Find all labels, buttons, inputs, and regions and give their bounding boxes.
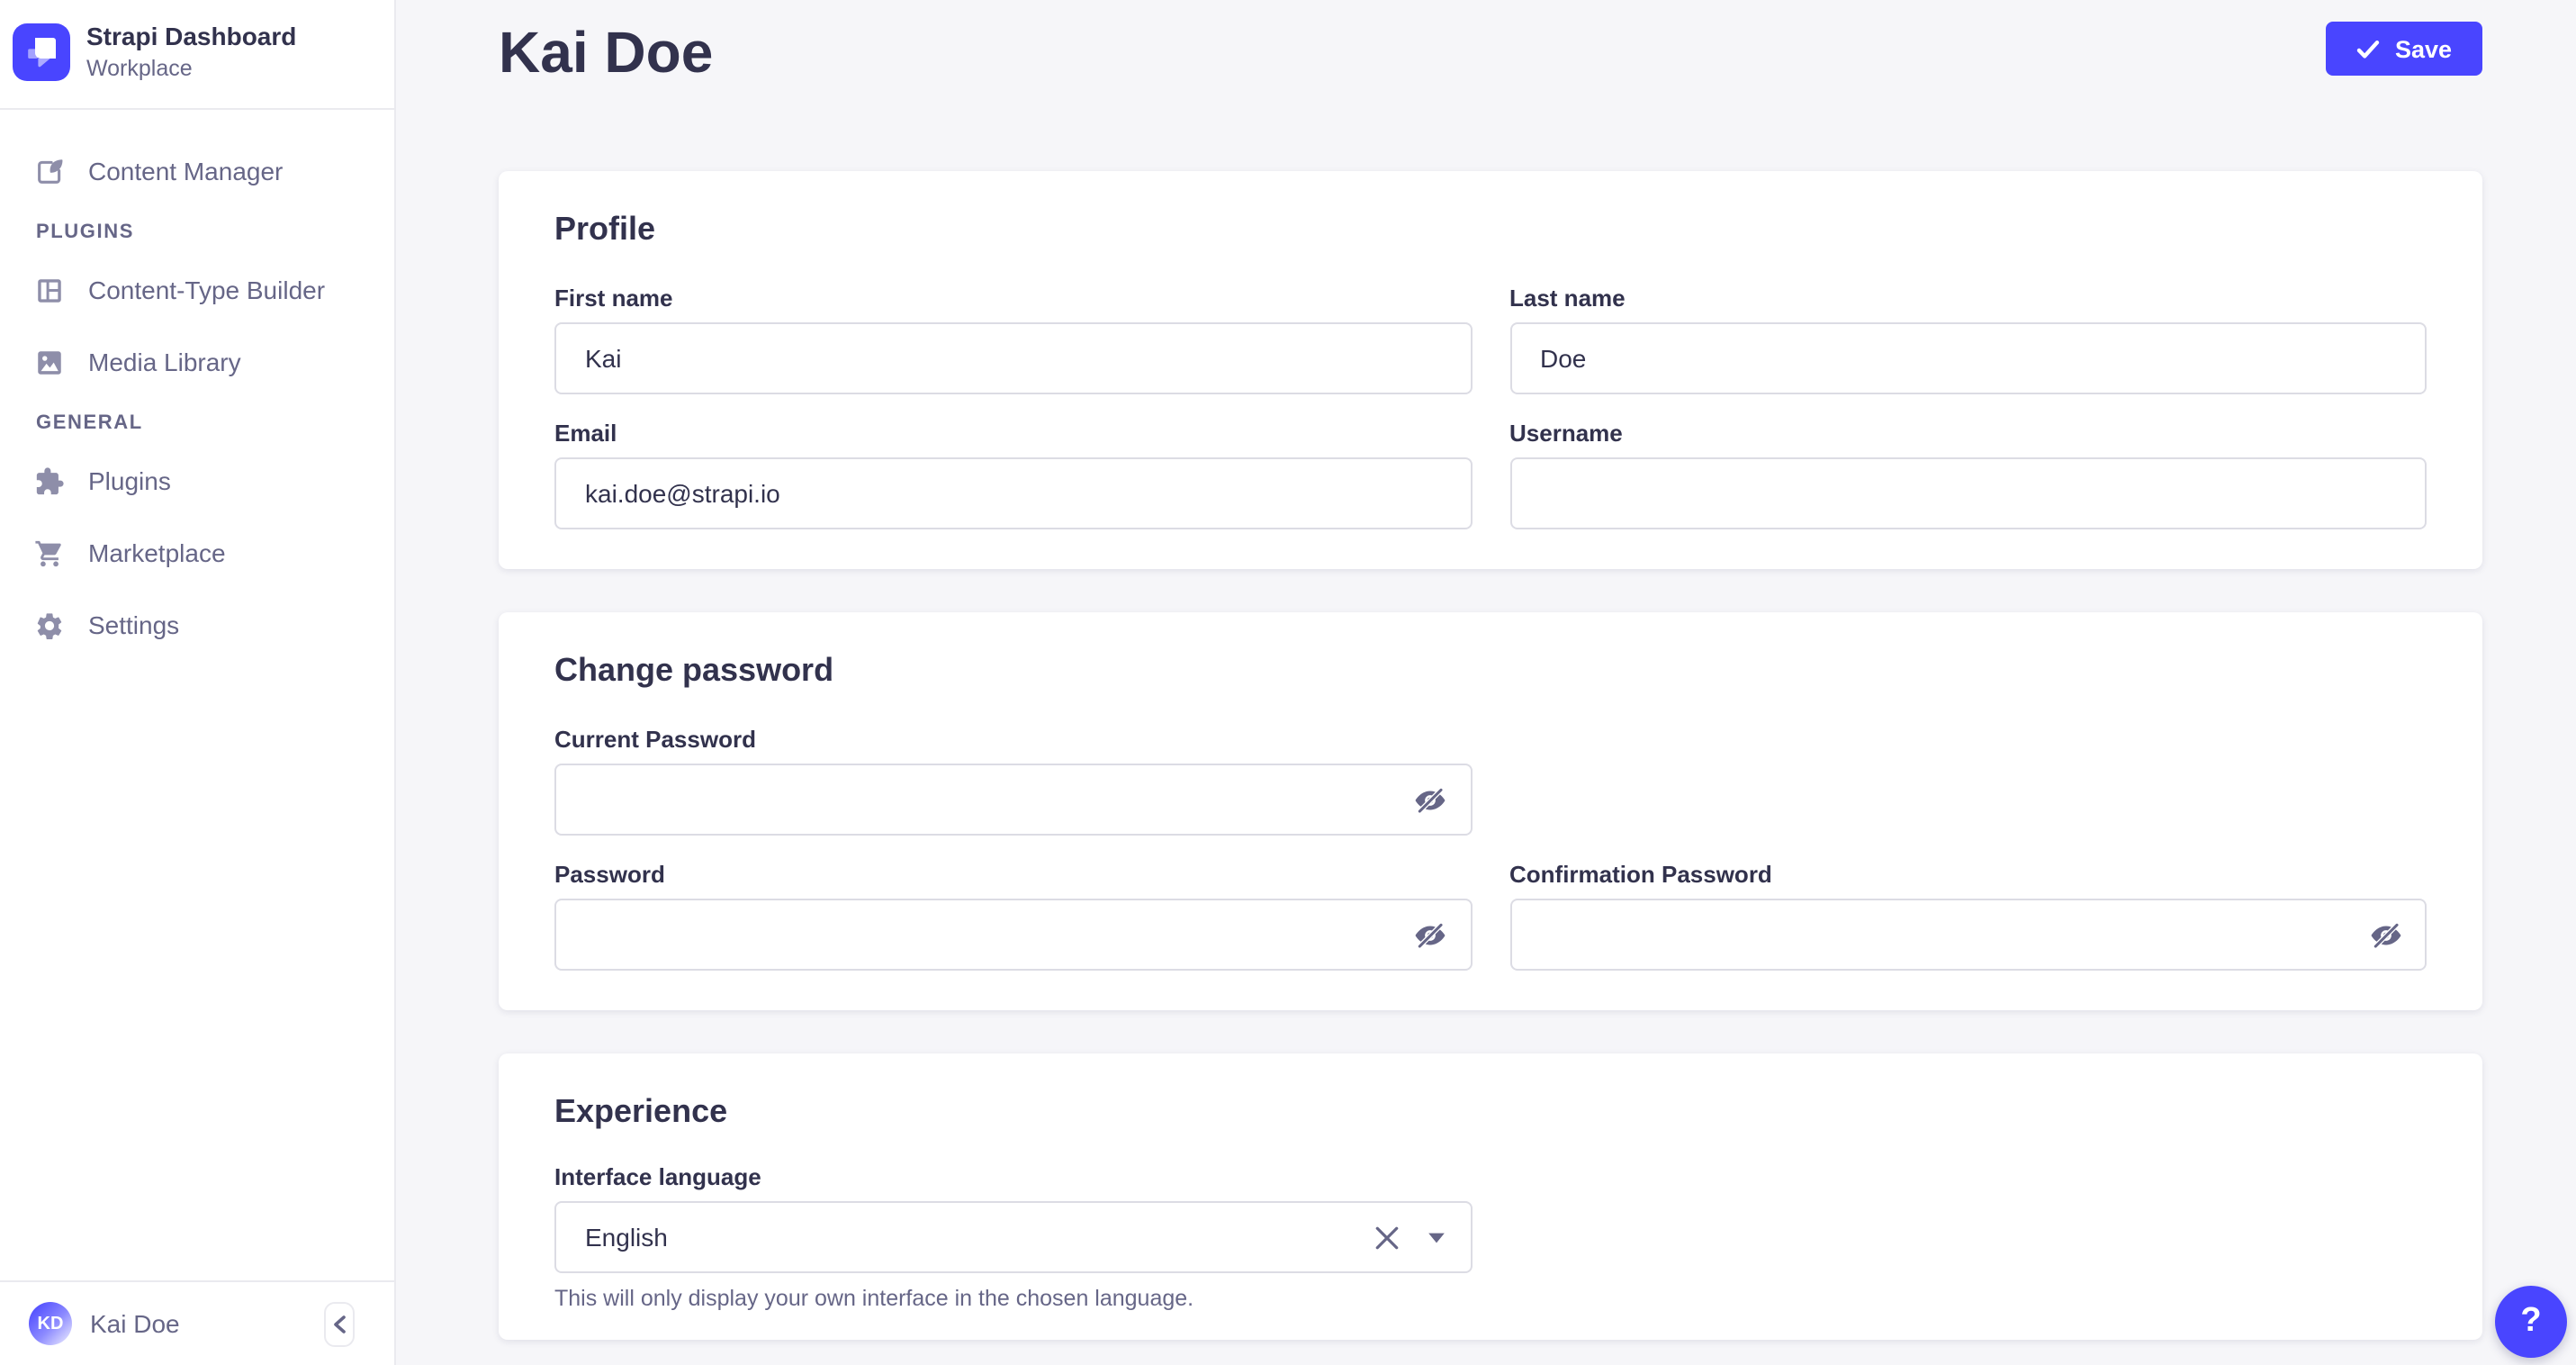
sidebar-section-plugins: PLUGINS xyxy=(0,221,394,243)
sidebar-item-marketplace[interactable]: Marketplace xyxy=(0,531,394,574)
page-title: Kai Doe xyxy=(499,16,713,88)
sidebar-item-media-library[interactable]: Media Library xyxy=(0,340,394,384)
brand[interactable]: Strapi Dashboard Workplace xyxy=(0,0,394,110)
sidebar-item-content-manager[interactable]: Content Manager xyxy=(0,149,394,193)
profile-card-heading: Profile xyxy=(554,211,2427,249)
interface-language-helper: This will only display your own interfac… xyxy=(554,1286,1472,1311)
username-field: Username xyxy=(1509,420,2427,529)
confirm-password-field: Confirmation Password xyxy=(1509,861,2427,971)
sidebar-footer: KD Kai Doe xyxy=(0,1280,394,1365)
username-label: Username xyxy=(1509,420,2427,447)
help-button[interactable]: ? xyxy=(2495,1286,2567,1358)
first-name-label: First name xyxy=(554,285,1472,312)
sidebar-nav: Content Manager PLUGINS Content-Type Bui… xyxy=(0,110,394,1280)
sidebar-item-plugins[interactable]: Plugins xyxy=(0,459,394,502)
new-password-input[interactable] xyxy=(556,900,1470,969)
app-viewport: Strapi Dashboard Workplace Content Manag… xyxy=(0,0,2576,1365)
sidebar-item-label: Plugins xyxy=(88,466,171,495)
sidebar-collapse-button[interactable] xyxy=(324,1301,355,1346)
media-library-icon xyxy=(34,347,65,377)
marketplace-icon xyxy=(34,538,65,568)
brand-title: Strapi Dashboard xyxy=(86,22,296,52)
settings-icon xyxy=(34,610,65,640)
first-name-field: First name xyxy=(554,285,1472,394)
sidebar-item-label: Settings xyxy=(88,610,179,639)
change-password-card: Change password Current Password xyxy=(499,612,2482,1010)
experience-card-heading: Experience xyxy=(554,1093,2427,1131)
sidebar-item-label: Marketplace xyxy=(88,538,226,567)
sidebar: Strapi Dashboard Workplace Content Manag… xyxy=(0,0,396,1365)
new-password-label: Password xyxy=(554,861,1472,888)
username-input[interactable] xyxy=(1509,457,2427,529)
sidebar-section-general: GENERAL xyxy=(0,412,394,434)
plugins-icon xyxy=(34,466,65,496)
change-password-heading: Change password xyxy=(554,652,2427,690)
confirm-password-label: Confirmation Password xyxy=(1509,861,2427,888)
new-password-field: Password xyxy=(554,861,1472,971)
sidebar-item-label: Content-Type Builder xyxy=(88,276,325,304)
user-name: Kai Doe xyxy=(90,1309,324,1338)
content-type-builder-icon xyxy=(34,275,65,305)
first-name-input[interactable] xyxy=(554,322,1472,394)
last-name-field: Last name xyxy=(1509,285,2427,394)
save-button[interactable]: Save xyxy=(2327,22,2482,76)
current-password-field: Current Password xyxy=(554,726,1472,836)
check-icon xyxy=(2357,39,2381,59)
chevron-down-icon xyxy=(1427,1231,1445,1243)
sidebar-item-settings[interactable]: Settings xyxy=(0,603,394,646)
main-content: Kai Doe Save Profile First name Last n xyxy=(396,0,2576,1365)
sidebar-item-content-type-builder[interactable]: Content-Type Builder xyxy=(0,268,394,312)
sidebar-item-label: Media Library xyxy=(88,348,241,376)
strapi-logo-icon xyxy=(13,23,70,81)
current-password-label: Current Password xyxy=(554,726,1472,753)
interface-language-label: Interface language xyxy=(554,1163,1472,1190)
last-name-label: Last name xyxy=(1509,285,2427,312)
toggle-password-visibility-button[interactable] xyxy=(1412,782,1448,818)
current-password-input[interactable] xyxy=(556,765,1470,834)
eye-off-icon xyxy=(1413,782,1447,817)
toggle-password-visibility-button[interactable] xyxy=(2367,917,2403,953)
profile-card: Profile First name Last name Email Usern… xyxy=(499,171,2482,569)
interface-language-field: Interface language English xyxy=(554,1163,1472,1311)
confirm-password-input[interactable] xyxy=(1511,900,2425,969)
eye-off-icon xyxy=(1413,918,1447,952)
clear-icon[interactable] xyxy=(1369,1220,1403,1254)
toggle-password-visibility-button[interactable] xyxy=(1412,917,1448,953)
email-field: Email xyxy=(554,420,1472,529)
brand-text: Strapi Dashboard Workplace xyxy=(86,22,296,83)
email-input[interactable] xyxy=(554,457,1472,529)
question-mark-icon: ? xyxy=(2520,1302,2541,1342)
interface-language-select[interactable]: English xyxy=(554,1201,1472,1273)
avatar[interactable]: KD xyxy=(29,1302,72,1345)
page-header: Kai Doe Save xyxy=(499,16,2482,88)
last-name-input[interactable] xyxy=(1509,322,2427,394)
interface-language-value: English xyxy=(585,1223,1369,1252)
eye-off-icon xyxy=(2368,918,2402,952)
chevron-left-icon xyxy=(331,1314,347,1333)
content-manager-icon xyxy=(34,156,65,186)
sidebar-item-label: Content Manager xyxy=(88,157,283,185)
save-button-label: Save xyxy=(2395,35,2452,62)
email-label: Email xyxy=(554,420,1472,447)
brand-subtitle: Workplace xyxy=(86,54,296,83)
experience-card: Experience Interface language English xyxy=(499,1053,2482,1340)
